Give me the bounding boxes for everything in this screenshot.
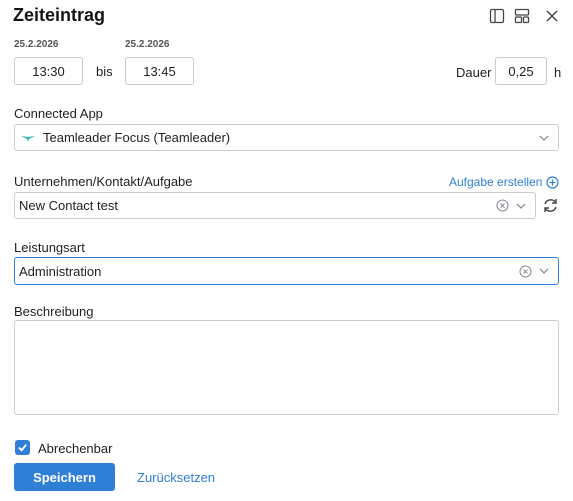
chevron-down-icon xyxy=(515,200,527,212)
save-button[interactable]: Speichern xyxy=(14,463,115,491)
start-time-input[interactable]: 13:30 xyxy=(14,57,83,85)
teamleader-logo-icon xyxy=(21,133,35,143)
clear-icon[interactable] xyxy=(496,199,509,212)
end-time-input[interactable]: 13:45 xyxy=(125,57,194,85)
chevron-down-icon xyxy=(538,265,550,277)
end-date-label: 25.2.2026 xyxy=(125,39,170,50)
billable-checkbox[interactable] xyxy=(15,440,30,455)
duration-input[interactable]: 0,25 xyxy=(495,57,547,85)
company-select[interactable]: New Contact test xyxy=(14,192,536,219)
connected-app-select[interactable]: Teamleader Focus (Teamleader) xyxy=(14,124,559,151)
connected-app-label: Connected App xyxy=(14,106,103,121)
time-separator: bis xyxy=(96,64,113,79)
duration-label: Dauer xyxy=(456,65,492,80)
connected-app-value: Teamleader Focus (Teamleader) xyxy=(43,130,231,145)
create-task-link-label: Aufgabe erstellen xyxy=(449,175,543,189)
create-task-link[interactable]: Aufgabe erstellen xyxy=(449,175,560,189)
close-icon[interactable] xyxy=(544,8,560,24)
reset-button[interactable]: Zurücksetzen xyxy=(137,470,215,485)
company-label: Unternehmen/Kontakt/Aufgabe xyxy=(14,174,193,189)
plus-circle-icon xyxy=(546,175,560,189)
panel-layout-icon[interactable] xyxy=(514,8,530,24)
sidebar-layout-icon[interactable] xyxy=(489,8,505,24)
description-textarea[interactable] xyxy=(14,320,559,415)
duration-unit: h xyxy=(554,65,562,80)
chevron-down-icon xyxy=(538,132,550,144)
service-type-select[interactable]: Administration xyxy=(14,257,559,285)
description-label: Beschreibung xyxy=(14,304,94,319)
dialog-title: Zeiteintrag xyxy=(13,5,106,25)
start-date-label: 25.2.2026 xyxy=(14,39,59,50)
service-type-value: Administration xyxy=(19,263,102,279)
refresh-icon[interactable] xyxy=(542,197,559,214)
service-type-label: Leistungsart xyxy=(14,240,85,255)
company-value: New Contact test xyxy=(19,198,118,213)
clear-icon[interactable] xyxy=(519,264,532,278)
billable-label: Abrechenbar xyxy=(38,441,113,456)
